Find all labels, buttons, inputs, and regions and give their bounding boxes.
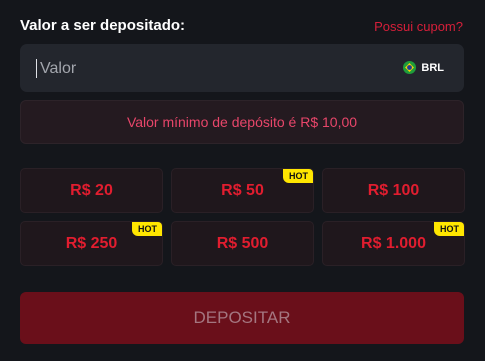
quick-amount-grid: R$ 20 R$ 50 HOT R$ 100 R$ 250 HOT R$ 500… [20,168,465,266]
brazil-flag-icon [403,61,417,74]
amount-label: R$ 100 [367,181,420,199]
amount-button-500[interactable]: R$ 500 [171,221,314,266]
text-caret [36,59,37,78]
currency-indicator: BRL [403,61,444,74]
amount-label: R$ 20 [70,181,113,199]
amount-field[interactable]: BRL [20,44,464,94]
amount-button-1000[interactable]: R$ 1.000 HOT [322,221,465,266]
amount-label: R$ 250 [65,234,118,252]
amount-button-100[interactable]: R$ 100 [322,168,465,213]
amount-button-50[interactable]: R$ 50 HOT [171,168,314,213]
min-deposit-alert: Valor mínimo de depósito é R$ 10,00 [20,100,464,144]
amount-input[interactable] [38,44,402,94]
hot-badge: HOT [283,169,313,183]
currency-code: BRL [421,61,444,74]
amount-label: R$ 1.000 [361,234,426,252]
coupon-link[interactable]: Possui cupom? [374,19,463,34]
deposit-amount-label: Valor a ser depositado: [20,17,186,34]
hot-badge: HOT [434,222,464,236]
hot-badge: HOT [132,222,162,236]
amount-button-250[interactable]: R$ 250 HOT [20,221,163,266]
amount-label: R$ 500 [216,234,269,252]
amount-label: R$ 50 [221,181,264,199]
amount-button-20[interactable]: R$ 20 [20,168,163,213]
deposit-button[interactable]: DEPOSITAR [20,292,464,344]
